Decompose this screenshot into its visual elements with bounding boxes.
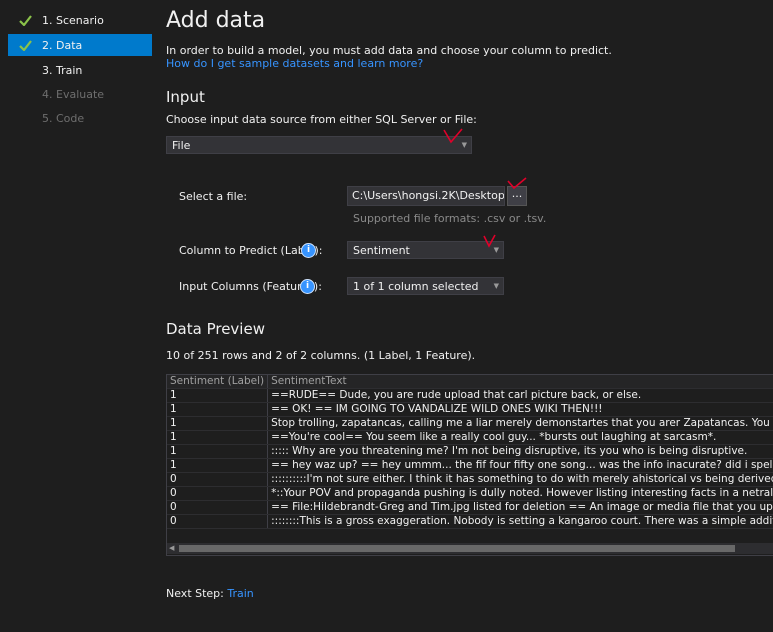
sentiment-text-cell: == File:Hildebrandt-Greg and Tim.jpg lis…	[267, 500, 773, 515]
help-link[interactable]: How do I get sample datasets and learn m…	[166, 57, 612, 70]
checkmark-icon	[8, 14, 42, 26]
chevron-down-icon: ▼	[493, 282, 499, 290]
table-row[interactable]: 0::::::::::I'm not sure either. I think …	[167, 472, 773, 487]
table-header-row: Sentiment (Label) SentimentText	[167, 375, 773, 389]
scrollbar-thumb[interactable]	[179, 545, 735, 552]
step-data[interactable]: 2. Data	[8, 34, 152, 56]
step-scenario[interactable]: 1. Scenario	[8, 9, 152, 31]
table-row[interactable]: 0 *::Your POV and propaganda pushing is d…	[167, 486, 773, 501]
step-label: 1. Scenario	[42, 13, 104, 27]
sentiment-cell: 1	[167, 416, 269, 431]
sentiment-text-cell: ::::::::::I'm not sure either. I think i…	[267, 472, 773, 487]
input-section-title: Input	[166, 88, 205, 106]
column-header[interactable]: Sentiment (Label)	[167, 375, 269, 389]
info-icon[interactable]: i	[300, 279, 315, 294]
scroll-left-icon[interactable]: ◀	[169, 543, 174, 554]
next-step-label: Next Step:	[166, 587, 224, 600]
sentiment-cell: 1	[167, 402, 269, 417]
sentiment-text-cell: ::::::::This is a gross exaggeration. No…	[267, 514, 773, 529]
sentiment-cell: 0	[167, 486, 269, 501]
column-header[interactable]: SentimentText	[267, 375, 773, 389]
data-preview-grid[interactable]: Sentiment (Label) SentimentText 1 ==RUDE=…	[166, 374, 773, 556]
table-row[interactable]: 1 Stop trolling, zapatancas, calling me a…	[167, 416, 773, 431]
sentiment-cell: 0	[167, 514, 269, 529]
sentiment-text-cell: Stop trolling, zapatancas, calling me a …	[267, 416, 773, 431]
table-row[interactable]: 1 == OK! == IM GOING TO VANDALIZE WILD ON…	[167, 402, 773, 417]
step-label: 4. Evaluate	[42, 87, 105, 101]
data-source-value: File	[172, 138, 191, 152]
label-column-value: Sentiment	[353, 243, 410, 257]
file-label: Select a file:	[179, 190, 248, 203]
sentiment-text-cell: *::Your POV and propaganda pushing is du…	[267, 486, 773, 501]
step-evaluate: 4. Evaluate	[8, 83, 152, 105]
data-preview-title: Data Preview	[166, 320, 265, 338]
wizard-steps: 1. Scenario 2. Data 3. Train 4. Evaluate…	[0, 0, 160, 632]
step-label: 2. Data	[42, 38, 83, 52]
step-train[interactable]: 3. Train	[8, 59, 152, 81]
preview-table: Sentiment (Label) SentimentText 1 ==RUDE=…	[167, 375, 773, 529]
table-row[interactable]: 0::::::::This is a gross exaggeration. N…	[167, 514, 773, 529]
check-annotation-icon	[443, 128, 463, 144]
table-row[interactable]: 0 == File:Hildebrandt-Greg and Tim.jpg li…	[167, 500, 773, 515]
preview-summary: 10 of 251 rows and 2 of 2 columns. (1 La…	[166, 349, 476, 362]
table-row[interactable]: 1 ==You're cool== You seem like a really …	[167, 430, 773, 445]
sentiment-text-cell: == OK! == IM GOING TO VANDALIZE WILD ONE…	[267, 402, 773, 417]
step-label: 3. Train	[42, 63, 83, 77]
sentiment-cell: 1	[167, 458, 269, 473]
source-prompt: Choose input data source from either SQL…	[166, 113, 477, 126]
label-column-dropdown[interactable]: Sentiment ▼	[347, 241, 504, 259]
check-annotation-icon	[507, 177, 527, 190]
table-row[interactable]: 1 == hey waz up? == hey ummm... the fif f…	[167, 458, 773, 473]
supported-formats-hint: Supported file formats: .csv or .tsv.	[353, 212, 547, 225]
step-code: 5. Code	[8, 107, 152, 129]
sentiment-cell: 0	[167, 472, 269, 487]
sentiment-cell: 1	[167, 430, 269, 445]
sentiment-text-cell: ::::: Why are you threatening me? I'm no…	[267, 444, 773, 459]
main-panel: Add data In order to build a model, you …	[166, 0, 773, 632]
step-label: 5. Code	[42, 111, 85, 125]
page-title: Add data	[166, 8, 266, 33]
next-step: Next Step: Train	[166, 587, 254, 600]
sentiment-cell: 1	[167, 388, 269, 403]
sentiment-cell: 0	[167, 500, 269, 515]
description-text: In order to build a model, you must add …	[166, 44, 612, 57]
sentiment-text-cell: ==RUDE== Dude, you are rude upload that …	[267, 388, 773, 403]
table-row[interactable]: 1 ==RUDE== Dude, you are rude upload that…	[167, 388, 773, 403]
table-row[interactable]: 1::::: Why are you threatening me? I'm n…	[167, 444, 773, 459]
data-source-dropdown[interactable]: File ▼	[166, 136, 472, 154]
sentiment-text-cell: ==You're cool== You seem like a really c…	[267, 430, 773, 445]
sentiment-text-cell: == hey waz up? == hey ummm... the fif fo…	[267, 458, 773, 473]
features-value: 1 of 1 column selected	[353, 279, 479, 293]
check-annotation-icon	[483, 234, 496, 248]
checkmark-icon	[8, 39, 42, 51]
next-step-train-link[interactable]: Train	[227, 587, 253, 600]
page-description: In order to build a model, you must add …	[166, 44, 612, 70]
horizontal-scrollbar[interactable]: ◀	[167, 543, 773, 554]
file-path-input[interactable]: C:\Users\hongsi.2K\Desktop\w	[347, 186, 505, 206]
info-icon[interactable]: i	[301, 243, 316, 258]
sentiment-cell: 1	[167, 444, 269, 459]
features-dropdown[interactable]: 1 of 1 column selected ▼	[347, 277, 504, 295]
